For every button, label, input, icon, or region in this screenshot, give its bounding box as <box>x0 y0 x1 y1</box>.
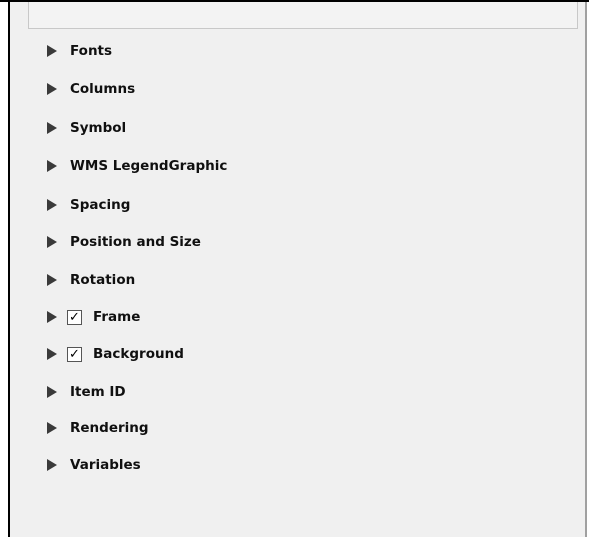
group-variables[interactable]: Variables <box>47 454 141 476</box>
panel-right-border <box>585 2 587 537</box>
group-rotation[interactable]: Rotation <box>47 269 135 291</box>
group-label: Columns <box>70 81 136 97</box>
group-frame[interactable]: ✓ Frame <box>47 306 140 328</box>
expand-arrow-icon[interactable] <box>47 274 57 286</box>
checkmark-icon: ✓ <box>69 346 80 362</box>
expand-arrow-icon[interactable] <box>47 348 57 360</box>
group-label: Spacing <box>70 197 131 213</box>
group-label: Symbol <box>70 120 127 136</box>
group-label: Item ID <box>70 384 126 400</box>
group-item-id[interactable]: Item ID <box>47 381 126 403</box>
group-label: Frame <box>93 309 141 325</box>
checkmark-icon: ✓ <box>69 309 80 325</box>
group-background[interactable]: ✓ Background <box>47 343 184 365</box>
expand-arrow-icon[interactable] <box>47 160 57 172</box>
group-position-and-size[interactable]: Position and Size <box>47 231 201 253</box>
group-label: Fonts <box>70 43 113 59</box>
group-label: Background <box>93 346 184 362</box>
group-label: WMS LegendGraphic <box>70 158 228 174</box>
group-columns[interactable]: Columns <box>47 78 135 100</box>
expand-arrow-icon[interactable] <box>47 422 57 434</box>
expand-arrow-icon[interactable] <box>47 311 57 323</box>
group-label: Variables <box>70 457 141 473</box>
group-rendering[interactable]: Rendering <box>47 417 149 439</box>
group-label: Rotation <box>70 272 136 288</box>
expand-arrow-icon[interactable] <box>47 199 57 211</box>
group-spacing[interactable]: Spacing <box>47 194 130 216</box>
expand-arrow-icon[interactable] <box>47 236 57 248</box>
expand-arrow-icon[interactable] <box>47 83 57 95</box>
expand-arrow-icon[interactable] <box>47 386 57 398</box>
group-label: Rendering <box>70 420 149 436</box>
preceding-section-bottom <box>28 2 578 29</box>
background-checkbox[interactable]: ✓ <box>67 346 82 362</box>
expand-arrow-icon[interactable] <box>47 122 57 134</box>
group-label: Position and Size <box>70 234 201 250</box>
group-symbol[interactable]: Symbol <box>47 117 126 139</box>
group-fonts[interactable]: Fonts <box>47 40 112 62</box>
group-wms-legendgraphic[interactable]: WMS LegendGraphic <box>47 155 227 177</box>
expand-arrow-icon[interactable] <box>47 459 57 471</box>
frame-checkbox[interactable]: ✓ <box>67 309 82 325</box>
expand-arrow-icon[interactable] <box>47 45 57 57</box>
